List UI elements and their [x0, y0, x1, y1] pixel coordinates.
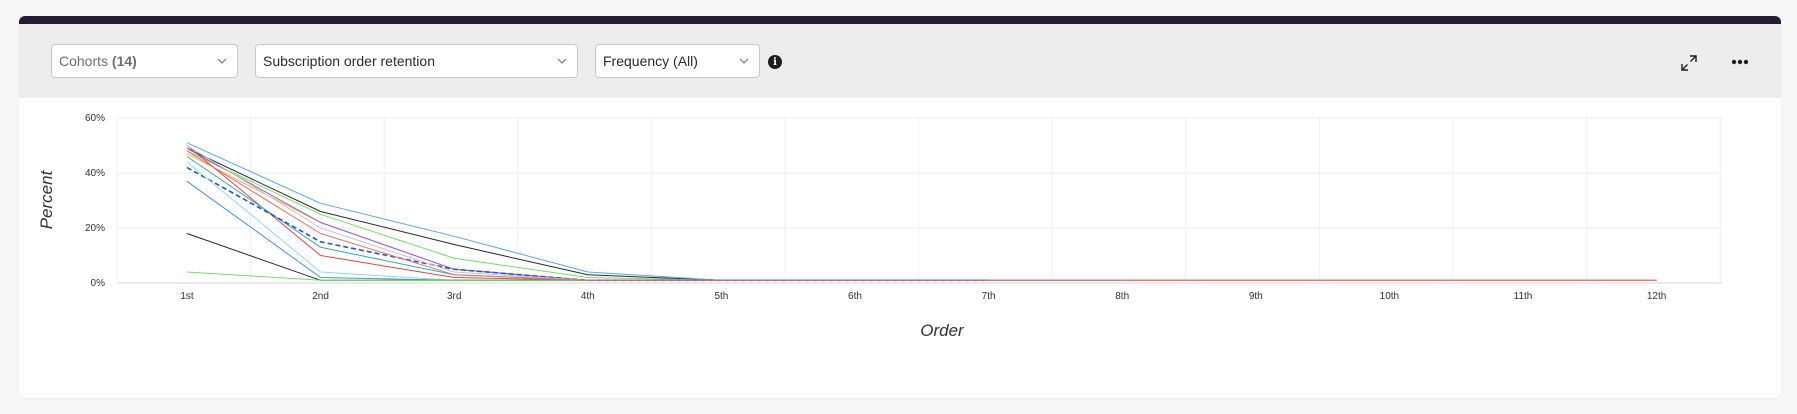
metric-dropdown-label: Subscription order retention [263, 53, 435, 69]
x-tick-label: 2nd [312, 291, 329, 302]
x-tick-label: 7th [982, 291, 996, 302]
expand-icon[interactable] [1679, 53, 1699, 73]
y-tick-label: 0% [91, 278, 106, 289]
retention-line-chart: 0%20%40%60% 1st 2nd 3rd 4th 5th 6th 7th 8th 9th 1… [37, 113, 1722, 340]
y-axis-title: Percent [37, 169, 56, 229]
x-axis-ticks: 1st 2nd 3rd 4th 5th 6th 7th 8th 9th 10th 11th 12th [180, 291, 1666, 302]
x-tick-label: 4th [581, 291, 595, 302]
cohorts-dropdown-label: Cohorts (14) [59, 53, 209, 69]
more-options-icon[interactable] [1729, 52, 1751, 72]
series-line [186, 145, 588, 281]
y-tick-label: 40% [85, 168, 105, 179]
info-icon[interactable]: i [768, 55, 782, 69]
x-tick-label: 12th [1647, 291, 1666, 302]
card-top-bar [19, 16, 1781, 24]
series-line [186, 180, 588, 281]
series-line [186, 150, 1657, 281]
retention-card: Cohorts (14) Subscription order retentio… [19, 16, 1781, 398]
chart-toolbar: Cohorts (14) Subscription order retentio… [19, 24, 1781, 98]
chevron-down-icon [557, 58, 567, 64]
x-tick-label: 9th [1249, 291, 1263, 302]
series-line [186, 150, 1657, 281]
cohorts-label: Cohorts [59, 53, 109, 69]
x-axis-title: Order [920, 321, 965, 340]
cohorts-count: (14) [111, 53, 137, 69]
x-tick-label: 10th [1380, 291, 1399, 302]
frequency-dropdown-label: Frequency (All) [603, 53, 698, 69]
chevron-down-icon [217, 58, 227, 64]
x-tick-label: 11th [1514, 291, 1533, 302]
cohorts-dropdown[interactable]: Cohorts (14) [51, 44, 238, 78]
chart-grid [116, 117, 1722, 284]
y-tick-label: 60% [85, 113, 105, 124]
y-axis-ticks: 0% 20% 40% 60% [85, 113, 105, 289]
x-tick-label: 8th [1115, 291, 1129, 302]
series-line [186, 166, 989, 282]
x-tick-label: 5th [714, 291, 728, 302]
x-tick-label: 1st [180, 291, 194, 302]
chevron-down-icon [739, 58, 749, 64]
metric-dropdown[interactable]: Subscription order retention [255, 44, 578, 78]
chart-series [186, 142, 1657, 282]
frequency-dropdown[interactable]: Frequency (All) [595, 44, 760, 78]
y-tick-label: 20% [85, 223, 105, 234]
series-line [186, 233, 588, 281]
series-line [186, 156, 1123, 281]
x-tick-label: 3rd [447, 291, 461, 302]
series-line [186, 142, 989, 281]
x-tick-label: 6th [848, 291, 862, 302]
